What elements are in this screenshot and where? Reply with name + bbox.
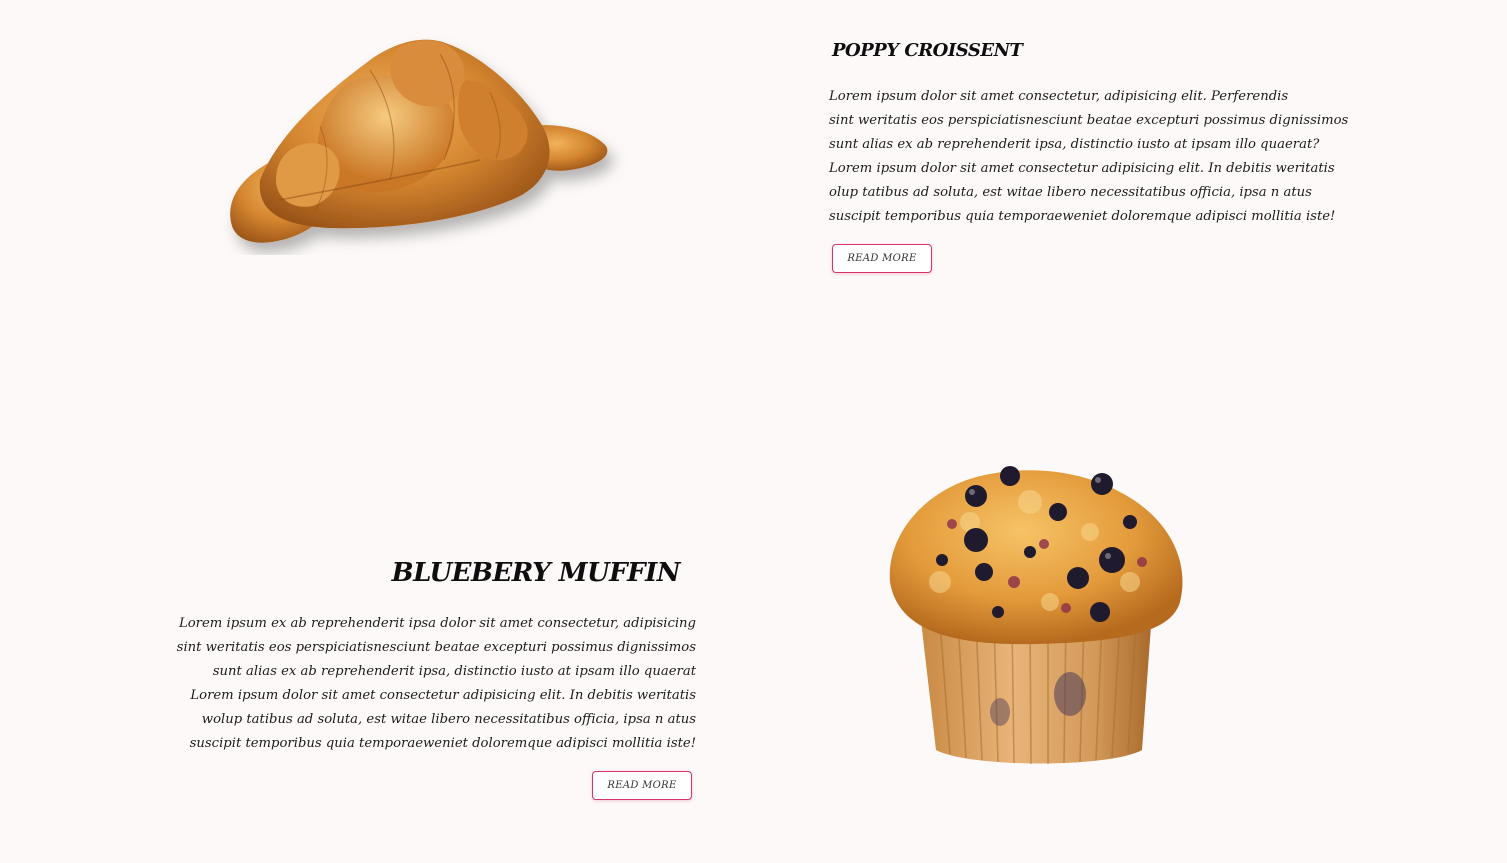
product-title: POPPY CROISSENT	[832, 40, 1023, 61]
description-line: suscipit temporibus quia temporaeweniet …	[189, 736, 696, 751]
product-title: BLUEBERY MUFFIN	[391, 558, 681, 588]
description-line: sint weritatis eos perspiciatisnesciunt …	[829, 113, 1349, 128]
read-more-button[interactable]: READ MORE	[592, 771, 692, 800]
read-more-button[interactable]: READ MORE	[832, 244, 932, 273]
description-line: Lorem ipsum dolor sit amet consectetur a…	[829, 161, 1335, 176]
muffin-image	[889, 466, 1183, 765]
product-description: Lorem ipsum dolor sit amet consectetur, …	[829, 85, 1348, 229]
description-line: Lorem ipsum dolor sit amet consectetur, …	[829, 89, 1289, 104]
description-line: Lorem ipsum dolor sit amet consectetur a…	[190, 688, 696, 703]
description-line: suscipit temporibus quia temporaeweniet …	[829, 209, 1336, 224]
description-line: wolup tatibus ad soluta, est witae liber…	[201, 712, 696, 727]
product-description: Lorem ipsum ex ab reprehenderit ipsa dol…	[177, 612, 696, 756]
description-line: olup tatibus ad soluta, est witae libero…	[829, 185, 1312, 200]
description-line: sint weritatis eos perspiciatisnesciunt …	[176, 640, 696, 655]
croissant-image	[230, 39, 608, 243]
description-line: Lorem ipsum ex ab reprehenderit ipsa dol…	[178, 616, 696, 631]
description-line: sunt alias ex ab reprehenderit ipsa, dis…	[212, 664, 696, 679]
description-line: sunt alias ex ab reprehenderit ipsa, dis…	[829, 137, 1320, 152]
